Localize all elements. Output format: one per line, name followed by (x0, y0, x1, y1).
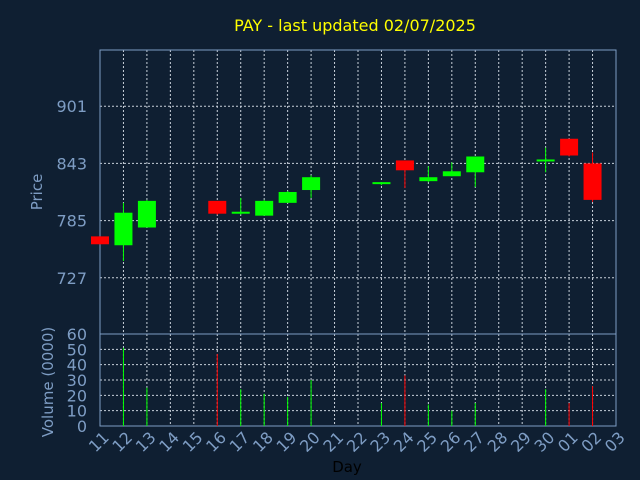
chart-title: PAY - last updated 02/07/2025 (234, 16, 476, 35)
candle-body (137, 200, 156, 228)
stock-chart: PAY - last updated 02/07/2025 Price Volu… (0, 0, 640, 480)
candle-body (395, 160, 414, 171)
candle-body (255, 200, 274, 216)
volume-axis-label: Volume (0000) (39, 327, 57, 437)
candle-body (536, 159, 555, 162)
candle-body (302, 177, 321, 191)
candle-body (208, 200, 227, 214)
candle-body (372, 182, 391, 185)
candle-body (278, 192, 297, 203)
price-tick-label: 901 (56, 97, 87, 116)
candle-body (442, 171, 461, 177)
candle-body (114, 212, 133, 246)
price-axis-label: Price (28, 174, 46, 211)
volume-tick-label: 60 (67, 325, 87, 344)
x-tick-label: 03 (601, 428, 629, 456)
price-tick-label: 727 (56, 269, 87, 288)
candle-body (560, 138, 579, 156)
candle-body (583, 163, 602, 200)
candle-body (466, 156, 485, 173)
price-tick-label: 843 (56, 154, 87, 173)
chart-canvas: PAY - last updated 02/07/2025 Price Volu… (28, 16, 629, 476)
candle-body (419, 177, 438, 182)
candle-body (91, 236, 109, 245)
price-tick-label: 785 (56, 212, 87, 231)
candle-body (231, 211, 250, 214)
x-axis-label: Day (332, 458, 362, 476)
